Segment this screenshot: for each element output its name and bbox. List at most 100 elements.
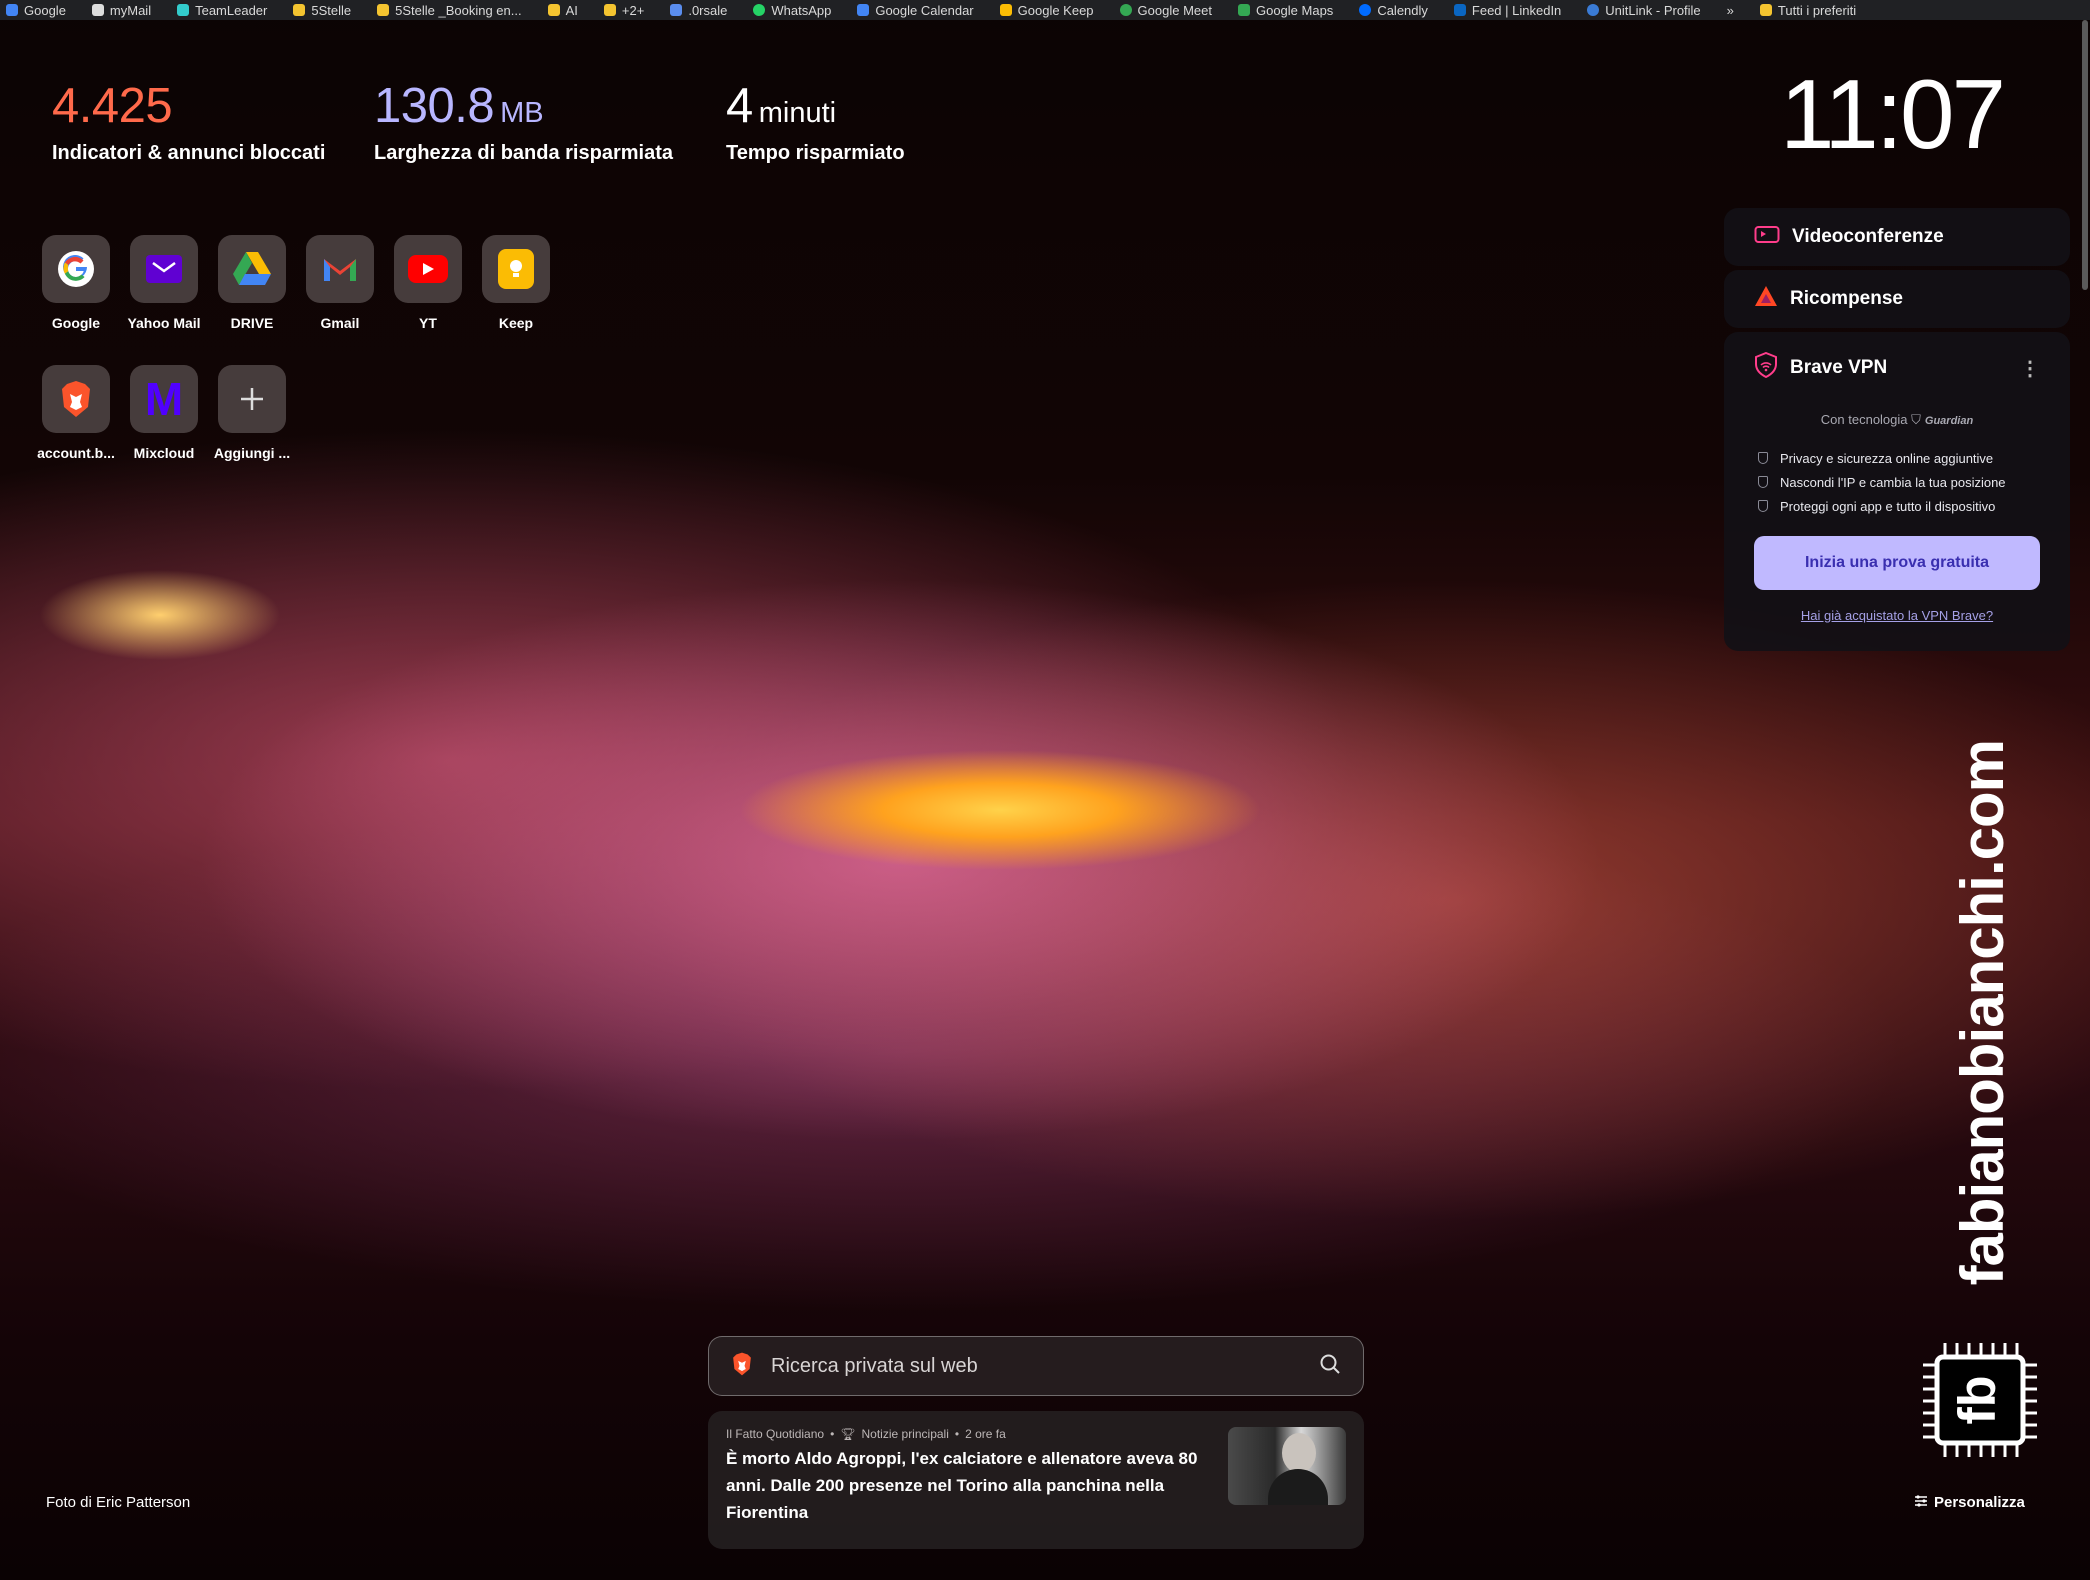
news-time: 2 ore fa [965, 1427, 1006, 1441]
trophy-icon: 🏆︎ [840, 1427, 856, 1441]
stat-time-value: 4 [726, 79, 753, 133]
search-box [708, 1336, 1364, 1396]
meet-icon [1119, 4, 1132, 16]
bookmarks-overflow[interactable]: » [1727, 3, 1734, 18]
tile-yahoo-mail[interactable]: Yahoo Mail [120, 235, 208, 331]
bookmark-google[interactable]: Google [6, 3, 66, 18]
bookmark-5stelle[interactable]: 5Stelle [293, 3, 351, 18]
shield-check-icon [1758, 476, 1768, 488]
linkedin-icon [1453, 4, 1466, 16]
bookmark-whatsapp[interactable]: WhatsApp [753, 3, 831, 18]
folder-icon [1759, 4, 1772, 16]
bookmark-plus2[interactable]: +2+ [603, 3, 644, 18]
google-icon [42, 235, 110, 303]
mixcloud-icon: M [130, 365, 198, 433]
tile-label: Keep [498, 315, 534, 331]
tile-label: Gmail [320, 315, 360, 331]
bookmark-orsale[interactable]: .0rsale [670, 3, 727, 18]
search-icon[interactable] [1319, 1353, 1341, 1380]
tile-account-brave[interactable]: account.b... [32, 365, 120, 461]
folder-icon [603, 4, 616, 16]
videoconference-label: Videoconferenze [1792, 226, 1944, 247]
stat-bandwidth-label: Larghezza di banda risparmiata [374, 142, 673, 164]
sliders-icon [1914, 1494, 1928, 1511]
folder-icon [293, 4, 306, 16]
bookmark-google-keep[interactable]: Google Keep [999, 3, 1094, 18]
plus-icon [218, 365, 286, 433]
stat-time-unit: minuti [758, 97, 837, 129]
start-free-trial-button[interactable]: Inizia una prova gratuita [1754, 536, 2040, 590]
kebab-menu-icon[interactable]: ⋮ [2020, 356, 2040, 381]
google-icon [6, 4, 18, 16]
news-source: Il Fatto Quotidiano [726, 1427, 825, 1441]
bookmark-mymail[interactable]: myMail [91, 3, 151, 18]
tile-label: YT [419, 315, 437, 331]
shield-check-icon [1758, 452, 1768, 464]
stat-trackers-blocked: 4.425 Indicatori & annunci bloccati [52, 78, 325, 165]
customize-button[interactable]: Personalizza [1914, 1494, 2025, 1511]
already-purchased-link[interactable]: Hai già acquistato la VPN Brave? [1754, 608, 2040, 623]
bookmark-calendly[interactable]: Calendly [1359, 3, 1428, 18]
brave-lion-icon [731, 1352, 753, 1381]
video-camera-icon [1754, 224, 1780, 250]
stat-bandwidth-value: 130.8 [374, 79, 495, 133]
guardian-logo: Guardian [1924, 415, 1974, 427]
bookmark-linkedin[interactable]: Feed | LinkedIn [1453, 3, 1561, 18]
stat-bandwidth-saved: 130.8 MB Larghezza di banda risparmiata [374, 78, 673, 165]
bat-triangle-icon [1754, 285, 1778, 313]
yahoo-mail-icon [130, 235, 198, 303]
news-title: È morto Aldo Agroppi, l'ex calciatore e … [726, 1449, 1198, 1522]
news-card[interactable]: Il Fatto Quotidiano • 🏆︎ Notizie princip… [708, 1411, 1364, 1549]
stat-trackers-value: 4.425 [52, 79, 173, 133]
maps-icon [1237, 4, 1250, 16]
tile-youtube[interactable]: YT [384, 235, 472, 331]
gmail-icon [306, 235, 374, 303]
clock: 11:07 [1780, 59, 2006, 169]
rewards-label: Ricompense [1790, 288, 1903, 309]
vpn-title: Brave VPN [1790, 357, 1888, 378]
bookmarks-bar: Google myMail TeamLeader 5Stelle 5Stelle… [0, 0, 2090, 20]
bookmark-ai[interactable]: AI [547, 3, 578, 18]
widget-videoconference[interactable]: Videoconferenze [1724, 208, 2070, 266]
keep-icon [482, 235, 550, 303]
photo-credit: Foto di Eric Patterson [46, 1494, 191, 1511]
bookmark-google-maps[interactable]: Google Maps [1237, 3, 1333, 18]
tile-gmail[interactable]: Gmail [296, 235, 384, 331]
tile-google[interactable]: Google [32, 235, 120, 331]
stat-bandwidth-unit: MB [500, 97, 544, 129]
whatsapp-icon [753, 4, 766, 16]
keep-icon [999, 4, 1012, 16]
fb-chip-logo: fb [1923, 1343, 2037, 1457]
tile-mixcloud[interactable]: M Mixcloud [120, 365, 208, 461]
orsale-icon [670, 4, 683, 16]
tile-drive[interactable]: DRIVE [208, 235, 296, 331]
bookmark-all-favorites[interactable]: Tutti i preferiti [1759, 3, 1856, 18]
unitlink-icon [1587, 4, 1600, 16]
folder-icon [547, 4, 560, 16]
widget-brave-vpn: Brave VPN ⋮ Con tecnologia ⛉ Guardian Pri… [1724, 332, 2070, 651]
stat-time-saved: 4 minuti Tempo risparmiato [726, 78, 905, 165]
tile-add-site[interactable]: Aggiungi ... [208, 365, 296, 461]
tile-label: account.b... [37, 445, 115, 461]
vpn-powered-by: Con tecnologia ⛉ Guardian [1820, 412, 1974, 427]
widget-rewards[interactable]: Ricompense [1724, 270, 2070, 328]
vpn-feature: Nascondi l'IP e cambia la tua posizione [1758, 470, 2040, 494]
mymail-icon [91, 4, 104, 16]
youtube-icon [394, 235, 462, 303]
tile-label: Google [51, 315, 101, 331]
brave-lion-icon [42, 365, 110, 433]
bookmark-google-calendar[interactable]: Google Calendar [857, 3, 974, 18]
bookmark-unitlink[interactable]: UnitLink - Profile [1587, 3, 1701, 18]
bookmark-google-meet[interactable]: Google Meet [1119, 3, 1212, 18]
scrollbar[interactable] [2082, 20, 2088, 290]
tile-label: Mixcloud [133, 445, 195, 461]
bookmark-5stelle-booking[interactable]: 5Stelle _Booking en... [377, 3, 522, 18]
calendly-icon [1359, 4, 1372, 16]
bookmark-teamleader[interactable]: TeamLeader [177, 3, 267, 18]
tile-label: Aggiungi ... [213, 445, 291, 461]
tile-keep[interactable]: Keep [472, 235, 560, 331]
drive-icon [218, 235, 286, 303]
news-category: Notizie principali [861, 1427, 949, 1441]
svg-text:fb: fb [1949, 1375, 2007, 1424]
search-input[interactable] [769, 1353, 1303, 1379]
